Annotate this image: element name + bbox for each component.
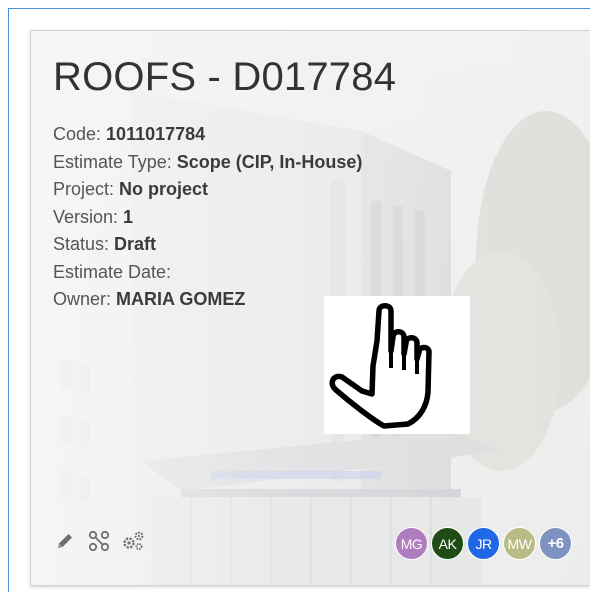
version-row: Version: 1: [53, 204, 362, 232]
status-value: Draft: [114, 234, 157, 254]
avatar-mg[interactable]: MG: [395, 527, 428, 560]
version-label: Version:: [53, 206, 124, 227]
more-members-badge[interactable]: +6: [539, 527, 572, 560]
project-row: Project: No project: [53, 176, 362, 204]
owner-row: Owner: MARIA GOMEZ: [53, 286, 362, 314]
hand-pointer-icon: [329, 303, 432, 429]
estimate-card[interactable]: ROOFS - D017784 Code: 1011017784 Estimat…: [30, 30, 590, 586]
edit-button[interactable]: [53, 529, 77, 553]
workflow-icon: [88, 530, 110, 552]
estimate-date-label: Estimate Date:: [53, 261, 172, 282]
code-value: 1011017784: [106, 124, 206, 144]
status-row: Status: Draft: [53, 231, 362, 259]
pencil-icon: [58, 534, 72, 548]
status-label: Status:: [53, 234, 115, 254]
code-row: Code: 1011017784: [53, 121, 362, 149]
gears-icon: [123, 531, 144, 550]
avatar-jr[interactable]: JR: [467, 527, 500, 560]
owner-value: MARIA GOMEZ: [116, 289, 246, 309]
estimate-type-row: Estimate Type: Scope (CIP, In-House): [53, 149, 362, 177]
avatar-ak[interactable]: AK: [431, 527, 464, 560]
settings-button[interactable]: [121, 529, 145, 553]
workflow-button[interactable]: [87, 529, 111, 553]
team-avatars: MG AK JR MW +6: [395, 527, 572, 560]
version-value: 1: [123, 206, 134, 227]
code-label: Code:: [53, 124, 107, 144]
estimate-title[interactable]: ROOFS - D017784: [53, 55, 396, 100]
estimate-date-row: Estimate Date:: [53, 259, 362, 287]
project-label: Project:: [53, 179, 120, 199]
estimate-details: Code: 1011017784 Estimate Type: Scope (C…: [53, 121, 362, 314]
owner-label: Owner:: [53, 289, 117, 309]
card-toolbar: [53, 529, 145, 553]
estimate-type-value: Scope (CIP, In-House): [176, 151, 363, 172]
project-value: No project: [119, 179, 209, 199]
hand-cursor: [324, 296, 470, 434]
avatar-mw[interactable]: MW: [503, 527, 536, 560]
estimate-type-label: Estimate Type:: [53, 151, 177, 172]
